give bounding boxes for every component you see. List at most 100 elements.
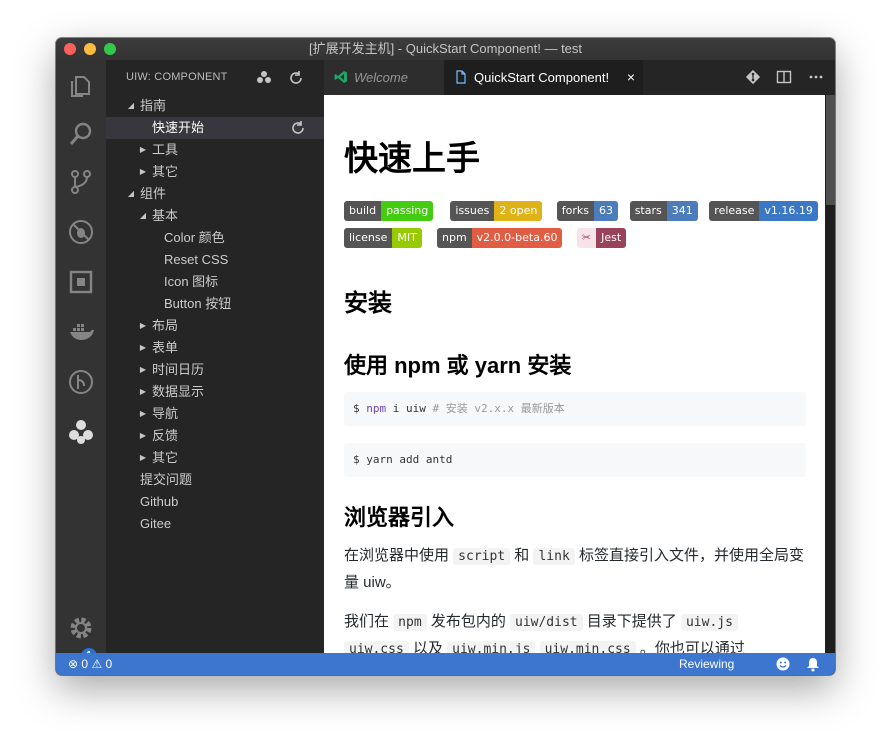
chevron-right-icon[interactable]: ▶ <box>138 359 148 381</box>
split-editor-icon[interactable] <box>776 69 792 85</box>
zoom-window-button[interactable] <box>104 43 116 55</box>
reviewing-status[interactable]: Reviewing <box>679 653 734 675</box>
uiw-logo-icon[interactable] <box>65 416 97 448</box>
webview-content[interactable]: 快速上手 build passing issues 2 open forks 63 star… <box>324 95 825 653</box>
window-title: [扩展开发主机] - QuickStart Component! — test <box>308 41 583 56</box>
minimize-window-button[interactable] <box>84 43 96 55</box>
badge-value: 63 <box>594 201 619 221</box>
tab-label: Welcome <box>354 70 408 85</box>
paragraph-browser: 在浏览器中使用 script 和 link 标签直接引入文件，并使用全局变量 u… <box>344 543 806 596</box>
code-prompt: $ <box>353 402 367 415</box>
tab-welcome[interactable]: Welcome <box>324 60 444 95</box>
text <box>535 640 539 653</box>
tree-item[interactable]: Button 按钮 <box>106 293 324 315</box>
tree-item-label: Reset CSS <box>164 252 229 267</box>
chevron-right-icon[interactable]: ▶ <box>138 315 148 337</box>
chevron-right-icon[interactable]: ▶ <box>138 447 148 469</box>
tree-item[interactable]: 快速开始 <box>106 117 324 139</box>
badge-value: v2.0.0-beta.60 <box>471 228 563 248</box>
refresh-icon[interactable] <box>288 70 304 86</box>
status-badge[interactable]: license MIT <box>344 228 422 248</box>
problems-indicator[interactable]: ⊗ 0 ⚠ 0 <box>68 653 112 675</box>
tree-item-label: Github <box>140 494 179 509</box>
uiw-small-logo-icon[interactable] <box>256 70 272 86</box>
tree-item[interactable]: ▶ 工具 <box>106 139 324 161</box>
status-badge[interactable]: forks 63 <box>556 201 619 221</box>
tree-item[interactable]: Gitee <box>106 513 324 535</box>
chevron-down-icon[interactable]: ◢ <box>126 183 136 205</box>
tree-item[interactable]: ◢ 组件 <box>106 183 324 205</box>
refresh-icon[interactable] <box>290 120 306 136</box>
settings-gear-icon[interactable] <box>65 612 97 644</box>
tab-bar: Welcome QuickStart Component! × <box>324 60 835 95</box>
code-comment: # 安装 v2.x.x 最新版本 <box>432 402 565 415</box>
inline-code: npm <box>393 614 427 631</box>
status-badge[interactable]: ✂ Jest <box>576 228 627 248</box>
tree-item[interactable]: Color 颜色 <box>106 227 324 249</box>
status-badge[interactable]: issues 2 open <box>450 201 543 221</box>
notifications-bell-icon[interactable] <box>805 656 821 672</box>
extensions-icon[interactable] <box>65 266 97 298</box>
tree-item[interactable]: Github <box>106 491 324 513</box>
chevron-right-icon[interactable]: ▶ <box>138 403 148 425</box>
warning-icon: ⚠ <box>91 657 103 671</box>
chevron-down-icon[interactable]: ◢ <box>126 95 136 117</box>
chevron-down-icon[interactable]: ◢ <box>138 205 148 227</box>
chevron-right-icon[interactable]: ▶ <box>138 139 148 161</box>
badge-value: Jest <box>596 228 627 248</box>
debug-icon[interactable] <box>65 216 97 248</box>
inline-code: uiw.min.css <box>539 641 636 653</box>
tab-label: QuickStart Component! <box>474 70 610 85</box>
tree-item-label: 其它 <box>152 164 179 179</box>
status-badge[interactable]: build passing <box>344 201 434 221</box>
error-icon: ⊗ <box>68 657 79 671</box>
tree-item[interactable]: ◢ 指南 <box>106 95 324 117</box>
more-actions-icon[interactable] <box>808 69 824 85</box>
tree-item[interactable]: Icon 图标 <box>106 271 324 293</box>
inline-code: uiw.css <box>344 641 409 653</box>
tree-item[interactable]: ▶ 导航 <box>106 403 324 425</box>
files-icon[interactable] <box>65 70 97 102</box>
tree-item-label: 时间日历 <box>152 362 205 377</box>
feedback-smiley-icon[interactable] <box>775 656 791 672</box>
close-tab-button[interactable]: × <box>627 60 635 95</box>
tree-item-label: Color 颜色 <box>164 230 225 245</box>
close-window-button[interactable] <box>64 43 76 55</box>
tree-item-label: 工具 <box>152 142 179 157</box>
tree-item[interactable]: ▶ 表单 <box>106 337 324 359</box>
status-badge[interactable]: release v1.16.19 <box>709 201 818 221</box>
inline-code: uiw/dist <box>510 614 583 631</box>
tree-item[interactable]: ▶ 反馈 <box>106 425 324 447</box>
status-badge[interactable]: stars 341 <box>629 201 698 221</box>
status-badge[interactable]: npm v2.0.0-beta.60 <box>437 228 563 248</box>
editor-area: Welcome QuickStart Component! × 快速上手 bui… <box>324 60 835 653</box>
text: 我们在 <box>344 613 394 630</box>
scrollbar-thumb[interactable] <box>826 95 835 205</box>
tree-item[interactable]: ▶ 数据显示 <box>106 381 324 403</box>
tree-item[interactable]: Reset CSS <box>106 249 324 271</box>
tree-item[interactable]: ◢ 基本 <box>106 205 324 227</box>
chevron-right-icon[interactable]: ▶ <box>138 161 148 183</box>
chevron-right-icon[interactable]: ▶ <box>138 337 148 359</box>
text: 和 <box>510 547 534 564</box>
docker-icon[interactable] <box>65 316 97 348</box>
tree-item[interactable]: ▶ 其它 <box>106 161 324 183</box>
chevron-right-icon[interactable]: ▶ <box>138 425 148 447</box>
component-tree: ◢ 指南 快速开始 ▶ 工具 ▶ 其它 ◢ 组件 ◢ 基本 Color 颜色 Reset CSS Icon… <box>106 95 324 535</box>
search-icon[interactable] <box>65 118 97 150</box>
tree-item[interactable]: ▶ 时间日历 <box>106 359 324 381</box>
source-control-icon[interactable] <box>65 166 97 198</box>
tree-item-label: 基本 <box>152 208 179 223</box>
editor-scrollbar[interactable] <box>825 95 835 653</box>
tree-item[interactable]: ▶ 布局 <box>106 315 324 337</box>
tab-quickstart[interactable]: QuickStart Component! × <box>444 60 643 95</box>
chevron-right-icon[interactable]: ▶ <box>138 381 148 403</box>
gitlens-icon[interactable] <box>65 366 97 398</box>
tree-item[interactable]: 提交问题 <box>106 469 324 491</box>
vscode-window: [扩展开发主机] - QuickStart Component! — test <box>56 38 835 675</box>
badge-value: v1.16.19 <box>759 201 818 221</box>
tree-item-label: 数据显示 <box>152 384 205 399</box>
tree-item[interactable]: ▶ 其它 <box>106 447 324 469</box>
open-changes-icon[interactable] <box>745 69 761 85</box>
badge-label: npm <box>437 228 472 248</box>
